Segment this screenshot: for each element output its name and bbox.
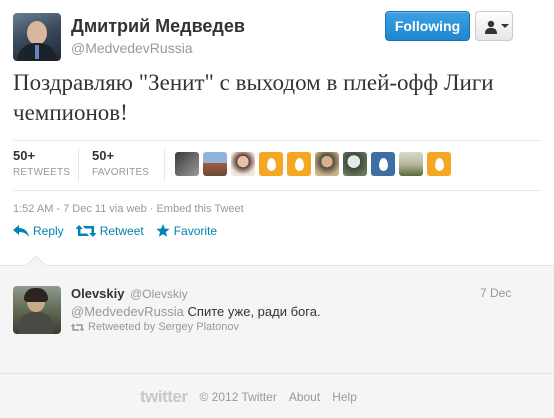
retweet-icon: [75, 225, 96, 237]
person-icon: [485, 20, 497, 34]
avatar-face: [27, 21, 47, 45]
reply-author-handle: @Olevskiy: [130, 287, 188, 301]
avatar-hair: [24, 288, 48, 302]
chevron-down-icon: [501, 24, 509, 28]
retweet-label: Retweet: [99, 224, 144, 238]
help-link[interactable]: Help: [332, 390, 357, 404]
author-avatar[interactable]: [13, 13, 61, 61]
egg-icon: [434, 157, 444, 171]
reply-icon: [13, 225, 29, 237]
favoriter-avatar[interactable]: [231, 152, 255, 176]
copyright: © 2012 Twitter: [199, 390, 277, 404]
tweet-timestamp[interactable]: 1:52 AM - 7 Dec 11 via web · Embed this …: [13, 203, 244, 215]
retweets-label: RETWEETS: [13, 167, 71, 178]
favoriter-avatar[interactable]: [203, 152, 227, 176]
favoriter-avatar[interactable]: [343, 152, 367, 176]
egg-avatar[interactable]: [259, 152, 283, 176]
egg-icon: [294, 157, 304, 171]
reply-body: Спите уже, ради бога.: [187, 304, 321, 319]
retweet-icon: [71, 323, 84, 331]
favoriter-avatar[interactable]: [399, 152, 423, 176]
reply-author-name: Olevskiy: [71, 286, 125, 301]
footer: twitter © 2012 Twitter About Help: [140, 387, 357, 407]
divider: [13, 190, 541, 191]
retweets-count: 50+: [13, 148, 36, 163]
favorite-label: Favorite: [173, 224, 218, 238]
egg-icon: [266, 157, 276, 171]
egg-icon: [378, 157, 388, 171]
egg-avatar[interactable]: [427, 152, 451, 176]
reply-author[interactable]: Olevskiy @Olevskiy: [71, 286, 188, 301]
egg-avatar[interactable]: [371, 152, 395, 176]
reply-mention[interactable]: @MedvedevRussia: [71, 304, 184, 319]
reply-date[interactable]: 7 Dec: [480, 286, 511, 300]
favoriters-list: [175, 152, 451, 176]
divider: [0, 373, 554, 374]
reply-label: Reply: [33, 224, 64, 238]
favorites-label: FAVORITES: [92, 167, 150, 178]
avatar-body: [19, 312, 53, 334]
reply-text: @MedvedevRussia Спите уже, ради бога.: [71, 304, 321, 319]
favoriter-avatar[interactable]: [175, 152, 199, 176]
favorites-stat[interactable]: 50+ FAVORITES: [92, 148, 149, 178]
reply-button[interactable]: Reply: [13, 224, 64, 238]
author-name[interactable]: Дмитрий Медведев: [71, 16, 245, 37]
favorite-button[interactable]: Favorite: [156, 224, 217, 238]
avatar-tie: [35, 45, 39, 59]
retweet-button[interactable]: Retweet: [75, 224, 144, 238]
favorites-count: 50+: [92, 148, 115, 163]
retweeted-by[interactable]: Retweeted by Sergey Platonov: [71, 321, 239, 333]
tweet-text: Поздравляю "Зенит" с выходом в плей-офф …: [13, 70, 494, 125]
retweeted-by-label: Retweeted by Sergey Platonov: [88, 321, 240, 333]
following-button[interactable]: Following: [385, 11, 470, 41]
egg-avatar[interactable]: [287, 152, 311, 176]
user-actions-button[interactable]: [475, 11, 513, 41]
favoriter-avatar[interactable]: [315, 152, 339, 176]
divider: [164, 148, 165, 182]
twitter-logo[interactable]: twitter: [140, 387, 188, 407]
reply-author-avatar[interactable]: [13, 286, 61, 334]
tweet-actions: Reply Retweet Favorite: [13, 224, 217, 238]
divider: [13, 140, 541, 141]
retweets-stat[interactable]: 50+ RETWEETS: [13, 148, 70, 178]
author-handle[interactable]: @MedvedevRussia: [71, 40, 193, 56]
divider: [78, 148, 79, 182]
star-icon: [156, 224, 170, 237]
about-link[interactable]: About: [289, 390, 320, 404]
